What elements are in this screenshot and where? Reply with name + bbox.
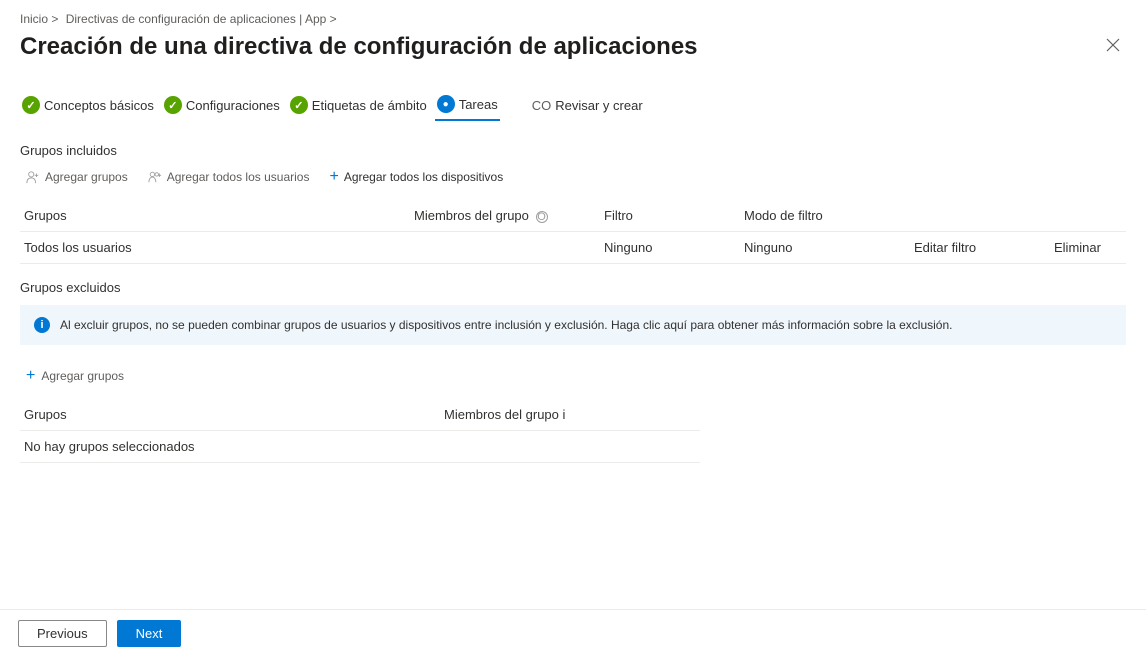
check-icon: ✓ — [22, 96, 40, 114]
previous-button[interactable]: Previous — [18, 620, 107, 647]
table-header: Grupos Miembros del grupo O Filtro Modo … — [20, 200, 1126, 232]
step-label: Tareas — [459, 97, 498, 112]
step-configurations[interactable]: ✓ Configuraciones — [162, 90, 282, 120]
info-icon[interactable]: O — [536, 211, 548, 223]
table-row: No hay grupos seleccionados — [20, 431, 700, 463]
empty-state-text: No hay grupos seleccionados — [24, 439, 444, 454]
cell-filter: Ninguno — [604, 240, 744, 255]
step-label: Etiquetas de ámbito — [312, 98, 427, 113]
add-all-devices-label: Agregar todos los dispositivos — [344, 170, 503, 184]
step-review-create[interactable]: CO Revisar y crear — [530, 92, 645, 119]
person-plus-icon — [26, 170, 40, 184]
current-step-icon: ● — [437, 95, 455, 113]
stepper: ✓ Conceptos básicos ✓ Configuraciones ✓ … — [20, 89, 1126, 121]
cell-filter-mode: Ninguno — [744, 240, 914, 255]
check-icon: ✓ — [164, 96, 182, 114]
add-groups-button[interactable]: Agregar grupos — [26, 170, 128, 184]
table-header: Grupos Miembros del grupo i — [20, 399, 700, 431]
step-basics[interactable]: ✓ Conceptos básicos — [20, 90, 156, 120]
page-title: Creación de una directiva de configuraci… — [20, 33, 698, 61]
step-label: Conceptos básicos — [44, 98, 154, 113]
info-icon[interactable]: i — [563, 407, 566, 422]
included-actions: Agregar grupos Agregar todos los usuario… — [20, 168, 1126, 186]
step-label: Configuraciones — [186, 98, 280, 113]
check-icon: ✓ — [290, 96, 308, 114]
plus-icon: + — [329, 168, 338, 186]
exclusion-info-banner: i Al excluir grupos, no se pueden combin… — [20, 305, 1126, 345]
close-icon — [1106, 38, 1120, 52]
plus-icon: + — [26, 367, 35, 385]
excluded-groups-table: Grupos Miembros del grupo i No hay grupo… — [20, 399, 700, 463]
breadcrumb-home[interactable]: Inicio > — [20, 12, 58, 26]
info-text: Al excluir grupos, no se pueden combinar… — [60, 318, 952, 332]
next-button[interactable]: Next — [117, 620, 182, 647]
add-excluded-groups-button[interactable]: + Agregar grupos — [20, 367, 1126, 385]
included-groups-heading: Grupos incluidos — [20, 143, 1126, 158]
step-assignments[interactable]: ● Tareas — [435, 89, 500, 121]
add-all-devices-button[interactable]: + Agregar todos los dispositivos — [329, 168, 503, 186]
col-groups: Grupos — [24, 407, 444, 422]
breadcrumb-policies[interactable]: Directivas de configuración de aplicacio… — [66, 12, 337, 26]
people-plus-icon — [148, 170, 162, 184]
col-members: Miembros del grupo i — [444, 407, 704, 422]
table-row: Todos los usuarios Ninguno Ninguno Edita… — [20, 232, 1126, 264]
excluded-groups-heading: Grupos excluidos — [20, 280, 1126, 295]
add-groups-label: Agregar grupos — [41, 369, 124, 383]
add-groups-label: Agregar grupos — [45, 170, 128, 184]
included-groups-table: Grupos Miembros del grupo O Filtro Modo … — [20, 200, 1126, 264]
col-members: Miembros del grupo O — [414, 208, 604, 223]
col-filter-mode: Modo de filtro — [744, 208, 914, 223]
step-scope-tags[interactable]: ✓ Etiquetas de ámbito — [288, 90, 429, 120]
col-groups: Grupos — [24, 208, 414, 223]
add-all-users-button[interactable]: Agregar todos los usuarios — [148, 170, 310, 184]
col-filter: Filtro — [604, 208, 744, 223]
footer: Previous Next — [0, 609, 1146, 657]
remove-link[interactable]: Eliminar — [1054, 240, 1134, 255]
step-prefix: CO — [532, 98, 552, 113]
add-all-users-label: Agregar todos los usuarios — [167, 170, 310, 184]
info-icon: i — [34, 317, 50, 333]
step-label: Revisar y crear — [555, 98, 642, 113]
edit-filter-link[interactable]: Editar filtro — [914, 240, 1054, 255]
breadcrumb: Inicio > Directivas de configuración de … — [20, 12, 1126, 26]
cell-group: Todos los usuarios — [24, 240, 414, 255]
close-button[interactable] — [1100, 32, 1126, 61]
